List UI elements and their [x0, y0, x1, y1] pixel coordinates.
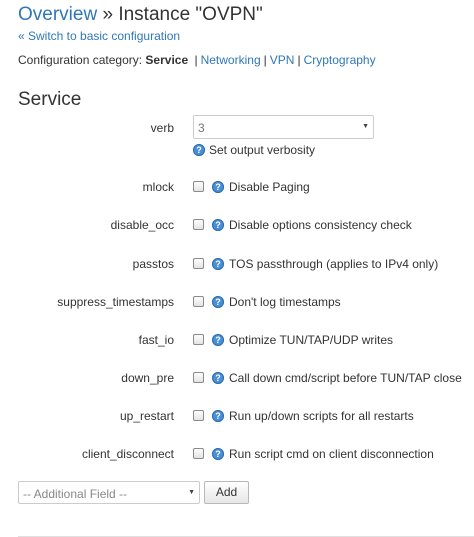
help-icon: ?: [212, 219, 224, 231]
disable-occ-checkbox[interactable]: [193, 219, 204, 230]
category-separator: |: [263, 53, 267, 67]
overview-link[interactable]: Overview: [18, 4, 97, 25]
switch-basic-config-link[interactable]: « Switch to basic configuration: [18, 29, 180, 43]
additional-field-placeholder: -- Additional Field --: [23, 487, 128, 501]
suppress-timestamps-checkbox[interactable]: [193, 296, 204, 307]
mlock-description: Disable Paging: [229, 180, 310, 194]
down-pre-description: Call down cmd/script before TUN/TAP clos…: [229, 371, 462, 385]
option-label-up-restart: up_restart: [119, 409, 174, 423]
verb-select[interactable]: 3 ▼: [193, 115, 374, 139]
help-icon: ?: [212, 448, 224, 460]
config-category-nav: Configuration category: Service | Network…: [18, 53, 376, 67]
breadcrumb-separator: »: [102, 4, 114, 25]
passtos-description: TOS passthrough (applies to IPv4 only): [229, 257, 439, 271]
option-label-passtos: passtos: [132, 257, 174, 271]
verb-help-text: Set output verbosity: [209, 143, 316, 157]
category-separator: |: [297, 53, 301, 67]
fast-io-description: Optimize TUN/TAP/UDP writes: [229, 333, 394, 347]
section-title: Service: [18, 89, 82, 110]
fast-io-checkbox[interactable]: [193, 334, 204, 345]
client-disconnect-checkbox[interactable]: [193, 448, 204, 459]
option-label-down-pre: down_pre: [121, 371, 174, 385]
help-icon: ?: [193, 144, 205, 156]
verb-label: verb: [150, 121, 174, 135]
category-vpn-link[interactable]: VPN: [270, 53, 295, 67]
option-label-disable-occ: disable_occ: [110, 218, 174, 232]
up-restart-checkbox[interactable]: [193, 410, 204, 421]
config-category-label: Configuration category:: [18, 53, 143, 67]
passtos-checkbox[interactable]: [193, 258, 204, 269]
category-networking-link[interactable]: Networking: [201, 53, 261, 67]
disable-occ-description: Disable options consistency check: [229, 218, 412, 232]
option-label-suppress-timestamps: suppress_timestamps: [57, 295, 174, 309]
up-restart-description: Run up/down scripts for all restarts: [229, 409, 414, 423]
add-button[interactable]: Add: [204, 481, 249, 504]
verb-value: 3: [198, 121, 205, 135]
help-icon: ?: [212, 334, 224, 346]
help-icon: ?: [212, 410, 224, 422]
client-disconnect-description: Run script cmd on client disconnection: [229, 447, 434, 461]
option-label-fast-io: fast_io: [138, 333, 174, 347]
page-title: Overview » Instance "OVPN": [18, 4, 263, 26]
option-label-mlock: mlock: [142, 180, 174, 194]
chevron-down-icon: ▼: [188, 489, 195, 496]
help-icon: ?: [212, 372, 224, 384]
help-icon: ?: [212, 258, 224, 270]
instance-title: Instance "OVPN": [118, 4, 263, 25]
option-label-client-disconnect: client_disconnect: [81, 447, 174, 461]
suppress-timestamps-description: Don't log timestamps: [229, 295, 341, 309]
category-separator: |: [194, 53, 198, 67]
down-pre-checkbox[interactable]: [193, 372, 204, 383]
help-icon: ?: [212, 296, 224, 308]
chevron-down-icon: ▼: [362, 123, 369, 130]
category-cryptography-link[interactable]: Cryptography: [304, 53, 376, 67]
mlock-checkbox[interactable]: [193, 181, 204, 192]
category-service: Service: [145, 53, 189, 67]
additional-field-select[interactable]: -- Additional Field -- ▼: [18, 481, 200, 504]
help-icon: ?: [212, 181, 224, 193]
